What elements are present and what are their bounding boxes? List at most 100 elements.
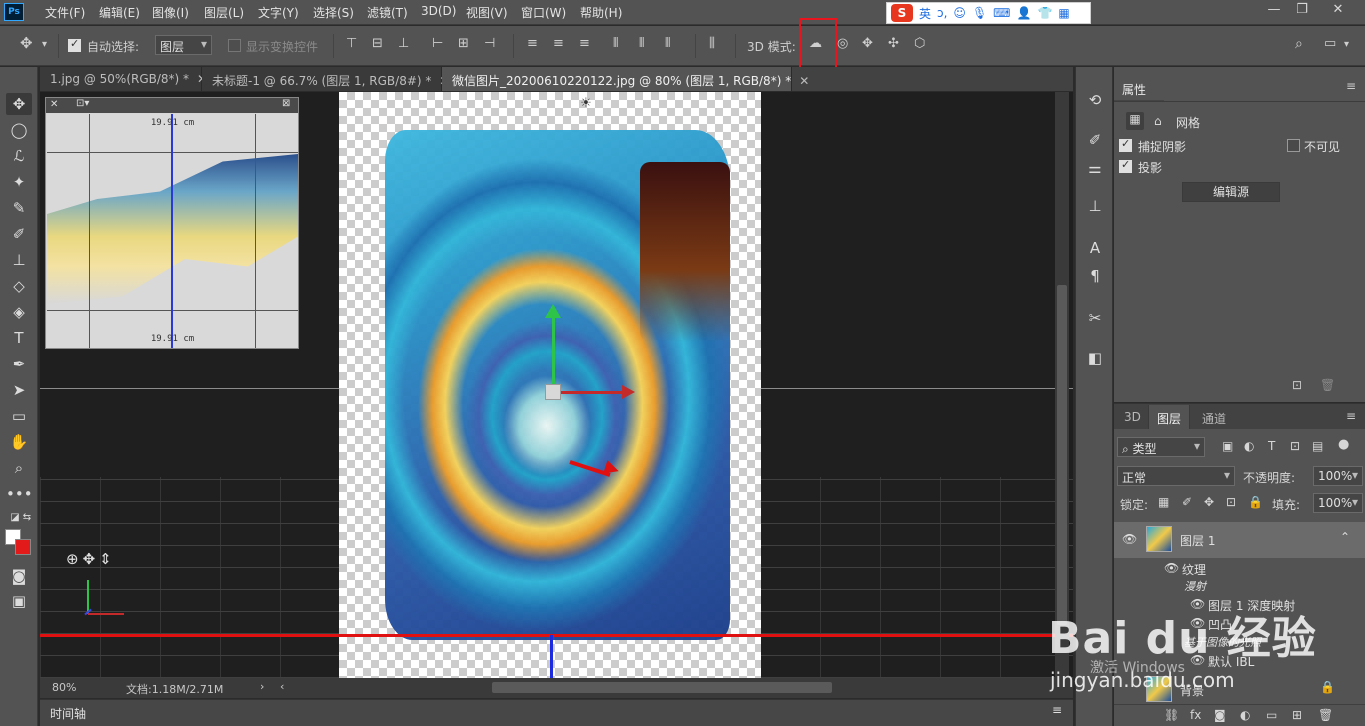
mesh-icon[interactable]: ▦ (1126, 112, 1144, 130)
brush-tool-icon[interactable]: ✐ (6, 223, 32, 245)
menu-image[interactable]: 图像(I) (152, 4, 189, 21)
sogou-logo[interactable]: S (891, 4, 913, 22)
horizontal-scrollbar-thumb[interactable] (492, 682, 832, 693)
chevron-left-icon[interactable]: ‹ (280, 680, 284, 693)
magic-wand-tool-icon[interactable]: ✦ (6, 171, 32, 193)
filter-pixel-icon[interactable]: ▣ (1222, 439, 1233, 453)
layer-filter-dropdown[interactable]: ⌕ 类型 (1117, 437, 1205, 457)
eyedropper-tool-icon[interactable]: ✎ (6, 197, 32, 219)
distribute-right-icon[interactable]: ⫴ (665, 36, 670, 51)
blend-mode-dropdown[interactable]: 正常 (1117, 466, 1235, 486)
tab-doc-2[interactable]: 未标题-1 @ 66.7% (图层 1, RGB/8#) *✕ (202, 67, 449, 91)
menu-file[interactable]: 文件(F) (45, 4, 85, 21)
workspace-icon[interactable]: ▭ (1324, 36, 1336, 51)
delete-icon[interactable]: 🗑 (1320, 378, 1335, 392)
mesh-filter-icon[interactable]: ⌂ (1154, 114, 1162, 128)
filter-smart-icon[interactable]: ▤ (1312, 439, 1323, 453)
close-icon[interactable]: ✕ (799, 74, 809, 88)
menu-help[interactable]: 帮助(H) (580, 4, 622, 21)
menu-edit[interactable]: 编辑(E) (99, 4, 140, 21)
menu-3d[interactable]: 3D(D) (421, 4, 456, 18)
vertical-scrollbar-thumb[interactable] (1057, 285, 1067, 625)
screen-mode-icon[interactable]: ▣ (6, 590, 32, 612)
render-icon[interactable]: ⊡ (1292, 378, 1302, 392)
keyboard-icon[interactable]: ⌨ (993, 6, 1010, 20)
gizmo-center-cube[interactable] (545, 384, 561, 400)
ime-punct-toggle[interactable]: ɔ, (937, 6, 947, 20)
close-icon[interactable]: ✕ (50, 99, 58, 110)
roll-3d-icon[interactable]: ◎ (837, 36, 848, 51)
secondary-3d-view[interactable]: ✕ ⊡▾ ⊠ 19.91 cm 19.91 cm (45, 97, 299, 349)
clone-source-icon[interactable]: ⊥ (1084, 195, 1106, 217)
ime-lang-toggle[interactable]: 英 (919, 5, 931, 22)
distribute-vcenter-icon[interactable]: ≡ (553, 36, 564, 51)
eye-icon[interactable]: 👁 (1122, 532, 1137, 546)
gizmo-x-axis[interactable] (555, 391, 625, 394)
layer-row[interactable]: 👁 图层 1 ⌃ (1114, 522, 1365, 558)
timeline-label[interactable]: 时间轴 (50, 705, 86, 722)
close-button[interactable]: ✕ (1324, 2, 1352, 20)
menu-layer[interactable]: 图层(L) (204, 4, 244, 21)
filter-adjust-icon[interactable]: ◐ (1244, 439, 1254, 453)
stamp-tool-icon[interactable]: ⊥ (6, 249, 32, 271)
chevron-right-icon[interactable]: › (260, 680, 264, 693)
panel-menu-icon[interactable]: ≡ (1346, 409, 1356, 423)
restore-button[interactable]: ❐ (1288, 2, 1316, 20)
layer-name[interactable]: 图层 1 (1180, 532, 1215, 549)
adjustment-layer-icon[interactable]: ◐ (1240, 708, 1250, 722)
lasso-tool-icon[interactable]: ℒ (6, 145, 32, 167)
type-tool-icon[interactable]: T (6, 327, 32, 349)
auto-select-target-dropdown[interactable]: 图层 (155, 35, 212, 55)
tools-preset-icon[interactable]: ✂ (1084, 307, 1106, 329)
distribute-left-icon[interactable]: ⫴ (613, 36, 618, 51)
menu-filter[interactable]: 滤镜(T) (367, 4, 408, 21)
mic-icon[interactable]: 🎙 (972, 6, 987, 20)
align-left-icon[interactable]: ⊢ (432, 36, 443, 51)
3d-camera-nav-icon[interactable]: ⊕✥⇕ (66, 550, 116, 568)
light-icon[interactable]: ☀ (578, 96, 594, 112)
filter-type-icon[interactable]: T (1268, 439, 1275, 453)
more-tools-icon[interactable]: ••• (6, 483, 33, 505)
show-transform-checkbox[interactable] (228, 39, 241, 52)
shirt-icon[interactable]: 👕 (1037, 6, 1052, 20)
distribute-bottom-icon[interactable]: ≡ (579, 36, 590, 51)
smile-icon[interactable]: ☺ (953, 6, 966, 20)
brush-settings-icon[interactable]: ✐ (1084, 129, 1106, 151)
align-vcenter-icon[interactable]: ⊟ (372, 36, 383, 51)
zoom-tool-icon[interactable]: ⌕ (6, 457, 32, 479)
opacity-input[interactable]: 100% (1313, 466, 1363, 486)
new-group-icon[interactable]: ▭ (1266, 708, 1277, 722)
paragraph-icon[interactable]: ¶ (1084, 265, 1106, 287)
history-icon[interactable]: ⟲ (1084, 89, 1106, 111)
align-top-icon[interactable]: ⊤ (346, 36, 357, 51)
cast-shadows-checkbox[interactable] (1119, 158, 1132, 173)
eye-icon[interactable]: 👁 (1164, 561, 1179, 575)
edit-source-button[interactable]: 编辑源 (1182, 182, 1280, 202)
gizmo-y-arrow-icon[interactable] (545, 304, 561, 318)
paint-bucket-tool-icon[interactable]: ◈ (6, 301, 32, 323)
filter-shape-icon[interactable]: ⊡ (1290, 439, 1300, 453)
align-bottom-icon[interactable]: ⊥ (398, 36, 409, 51)
panel-menu-icon[interactable]: ≡ (1346, 79, 1356, 93)
layer-row[interactable]: 👁 纹理 (1114, 559, 1365, 579)
move-tool-icon[interactable]: ✥ (6, 93, 32, 115)
layer-row[interactable]: 漫射 (1114, 577, 1365, 595)
path-selection-tool-icon[interactable]: ➤ (6, 379, 32, 401)
properties-title[interactable]: 属性 (1114, 75, 1164, 101)
lock-image-icon[interactable]: ✐ (1182, 495, 1192, 509)
tab-doc-1[interactable]: 1.jpg @ 50%(RGB/8*) *✕ (40, 67, 207, 91)
delete-layer-icon[interactable]: 🗑 (1318, 708, 1333, 722)
invisible-checkbox[interactable] (1287, 139, 1300, 152)
tab-doc-3[interactable]: 微信图片_20200610220122.jpg @ 80% (图层 1, RGB… (442, 67, 809, 91)
view-select-icon[interactable]: ⊡▾ (76, 98, 89, 109)
auto-select-checkbox[interactable] (68, 37, 81, 52)
tab-channels[interactable]: 通道 (1194, 405, 1234, 429)
character-icon[interactable]: A (1084, 237, 1106, 259)
chevron-down-icon[interactable]: ▾ (42, 39, 47, 50)
pen-tool-icon[interactable]: ✒ (6, 353, 32, 375)
lock-all-icon[interactable]: 🔒 (1248, 495, 1263, 509)
tab-layers[interactable]: 图层 (1148, 405, 1191, 429)
lock-position-icon[interactable]: ✥ (1204, 495, 1214, 509)
lock-transparent-icon[interactable]: ▦ (1158, 495, 1169, 509)
filter-toggle-icon[interactable]: ● (1338, 437, 1349, 452)
